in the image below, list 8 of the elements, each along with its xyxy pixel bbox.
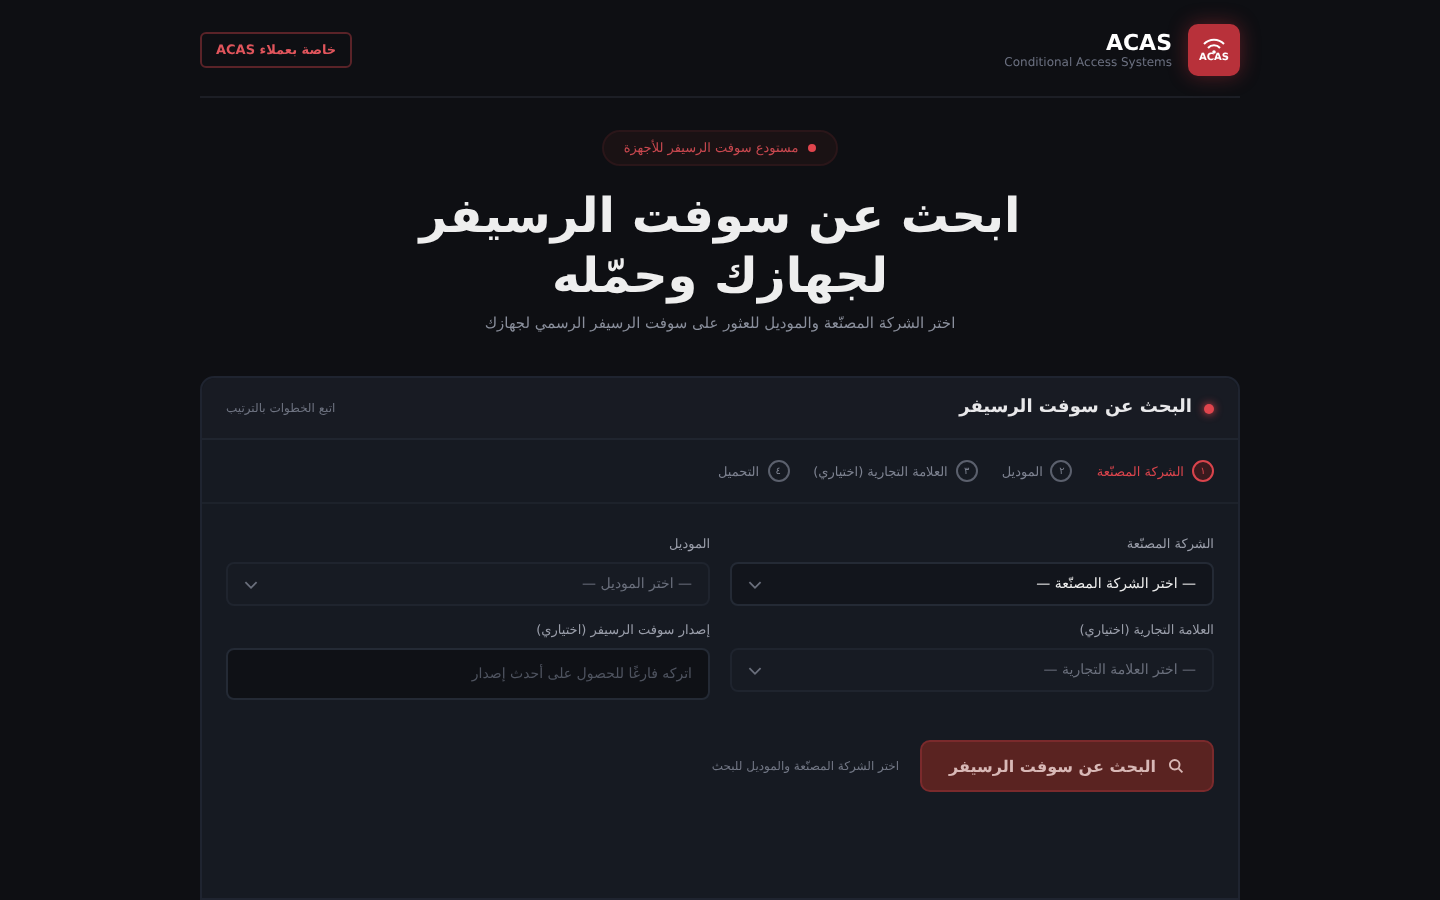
chevron-icon — [748, 579, 762, 589]
status-dot — [1204, 403, 1214, 413]
brand-name: ACAS — [1105, 30, 1172, 56]
hero-title: ابحث عن سوفت الرسيفر لجهازك وحمّله — [419, 186, 1021, 306]
chevron-icon — [244, 579, 258, 589]
card-title: البحث عن سوفت الرسيفر — [959, 398, 1192, 418]
chevron-icon — [748, 665, 762, 675]
search-icon — [1168, 758, 1184, 774]
